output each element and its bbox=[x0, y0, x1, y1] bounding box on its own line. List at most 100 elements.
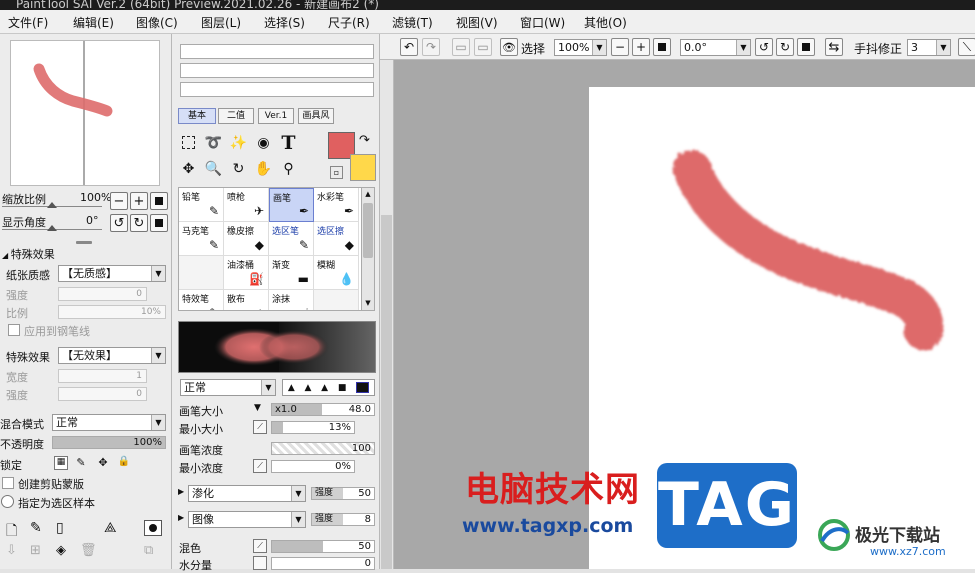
new-folder-icon[interactable]: ▯ bbox=[56, 520, 64, 536]
invert-selection-button[interactable]: ▭ bbox=[474, 38, 492, 56]
brush-size-slider[interactable]: x1.0 48.0 bbox=[271, 403, 375, 416]
zoom-icon[interactable]: 🔍 bbox=[203, 158, 224, 179]
rotate-reset-button[interactable] bbox=[150, 214, 168, 232]
menu-window[interactable]: 窗口(W) bbox=[520, 14, 565, 31]
straight-line-icon[interactable]: ⟍ bbox=[958, 38, 975, 56]
stabilizer-dropdown[interactable]: 3 ▼ bbox=[907, 39, 951, 56]
lock-paint-icon[interactable]: ✎ bbox=[74, 456, 88, 470]
angle-dropdown[interactable]: 0.0° ▼ bbox=[680, 39, 751, 56]
rotate-left-button[interactable]: ↺ bbox=[110, 214, 128, 232]
menu-image[interactable]: 图像(C) bbox=[136, 14, 178, 31]
undo-button[interactable]: ↶ bbox=[400, 38, 418, 56]
paper-texture-dropdown[interactable]: 【无质感】 ▼ bbox=[58, 265, 166, 282]
blend-mode-dropdown[interactable]: 正常 ▼ bbox=[52, 414, 166, 431]
menu-layer[interactable]: 图层(L) bbox=[201, 14, 241, 31]
sub-color-swatch[interactable] bbox=[350, 154, 376, 181]
new-pen-layer-icon[interactable]: ✎ bbox=[30, 520, 42, 536]
canvas-rotate-left-button[interactable]: ↺ bbox=[755, 38, 773, 56]
brush-slot[interactable]: 油漆桶 ⛽ bbox=[224, 256, 269, 290]
blending-dropdown[interactable]: 渗化 ▼ bbox=[188, 485, 306, 502]
scroll-up-icon[interactable]: ▲ bbox=[362, 188, 374, 201]
blending-strength-slider[interactable]: 强度 50 bbox=[311, 487, 375, 500]
expand-texture-icon[interactable]: ▶ bbox=[178, 513, 184, 522]
effect-strength-field[interactable]: 0 bbox=[58, 387, 147, 401]
hand-icon[interactable]: ✋ bbox=[253, 158, 274, 179]
paper-strength-field[interactable]: 0 bbox=[58, 287, 147, 301]
merge-down-icon[interactable]: ⊞ bbox=[30, 543, 41, 558]
canvas-rotate-reset-button[interactable] bbox=[797, 38, 815, 56]
selection-sample-radio[interactable] bbox=[1, 495, 14, 508]
lock-all-icon[interactable]: 🔒 bbox=[117, 456, 131, 470]
eyedropper-icon[interactable]: ⚲ bbox=[278, 158, 299, 179]
color-mix-slider[interactable]: 50 bbox=[271, 540, 375, 553]
brush-slot[interactable]: 铅笔 ✎ bbox=[179, 188, 224, 222]
menu-view[interactable]: 视图(V) bbox=[456, 14, 498, 31]
tab-binary[interactable]: 二值 bbox=[218, 108, 254, 124]
canvas-scroll-thumb[interactable] bbox=[381, 215, 392, 569]
swap-colors-icon[interactable]: ↷ bbox=[359, 133, 370, 148]
texture-dropdown[interactable]: 图像 ▼ bbox=[188, 511, 306, 528]
brush-mode-dropdown[interactable]: 正常 ▼ bbox=[180, 379, 276, 396]
brush-slot[interactable]: 特效笔✎ bbox=[179, 290, 224, 310]
expand-blend-icon[interactable]: ▶ bbox=[178, 487, 184, 496]
magic-wand-icon[interactable]: ✨ bbox=[228, 132, 249, 153]
pressure-water-icon[interactable] bbox=[253, 556, 267, 570]
deselect-button[interactable]: ▭ bbox=[452, 38, 470, 56]
canvas-zoom-out-button[interactable]: − bbox=[611, 38, 629, 56]
menu-file[interactable]: 文件(F) bbox=[8, 14, 48, 31]
scratch-bar-3[interactable] bbox=[180, 82, 374, 97]
brush-slot[interactable]: 马克笔 ✎ bbox=[179, 222, 224, 256]
brush-slot[interactable]: 涂抹 ☝ bbox=[269, 290, 314, 310]
brush-density-slider[interactable]: 100 bbox=[271, 442, 375, 455]
min-size-slider[interactable]: 13% bbox=[271, 421, 355, 434]
scratch-bar-2[interactable] bbox=[180, 63, 374, 78]
angle-slider-thumb[interactable] bbox=[47, 225, 57, 231]
water-amount-slider[interactable]: 0 bbox=[271, 557, 375, 570]
zoom-out-button[interactable]: − bbox=[110, 192, 128, 210]
brush-grid-scroll-thumb[interactable] bbox=[363, 203, 373, 258]
pressure-mix-icon[interactable]: ⟋ bbox=[253, 539, 267, 553]
move-icon[interactable]: ✥ bbox=[178, 158, 199, 179]
layer-effect-icon[interactable]: ⟁ bbox=[104, 520, 117, 536]
zoom-in-button[interactable]: + bbox=[130, 192, 148, 210]
show-selection-icon[interactable]: 👁 bbox=[500, 38, 518, 56]
transparent-color-icon[interactable]: ▫ bbox=[330, 166, 343, 179]
menu-edit[interactable]: 编辑(E) bbox=[73, 14, 114, 31]
panel-splitter[interactable] bbox=[76, 241, 92, 244]
brush-grid-scrollbar[interactable]: ▲ ▼ bbox=[361, 187, 375, 311]
clear-layer-icon[interactable]: ◈ bbox=[56, 543, 66, 558]
brush-slot[interactable]: 喷枪 ✈ bbox=[224, 188, 269, 222]
rotate-right-button[interactable]: ↻ bbox=[130, 214, 148, 232]
effect-width-field[interactable]: 1 bbox=[58, 369, 147, 383]
apply-to-pen-checkbox[interactable] bbox=[8, 324, 20, 336]
brush-slot[interactable]: 模糊 💧 bbox=[314, 256, 359, 290]
lasso-icon[interactable]: ➰ bbox=[203, 132, 224, 153]
brush-slot[interactable]: 画笔 ✒ bbox=[269, 188, 314, 222]
brush-slot[interactable]: 渐变 ▬ bbox=[269, 256, 314, 290]
opacity-slider[interactable]: 100% bbox=[52, 436, 166, 449]
pressure-density-icon[interactable]: ⟋ bbox=[253, 459, 267, 473]
tab-art-style[interactable]: 画具风 bbox=[298, 108, 334, 124]
apply-mask-icon[interactable]: ⧉ bbox=[144, 543, 153, 558]
menu-filter[interactable]: 滤镜(T) bbox=[392, 14, 433, 31]
brush-shape-selector[interactable]: ▲ ▲ ▲ ■ bbox=[282, 379, 375, 396]
zoom-dropdown[interactable]: 100% ▼ bbox=[554, 39, 607, 56]
brush-slot-empty[interactable] bbox=[179, 256, 224, 290]
brush-slot[interactable]: 选区笔 ✎ bbox=[269, 222, 314, 256]
canvas-zoom-reset-button[interactable] bbox=[653, 38, 671, 56]
scratch-bar-1[interactable] bbox=[180, 44, 374, 59]
text-tool-icon[interactable]: T bbox=[278, 132, 299, 154]
canvas-rotate-right-button[interactable]: ↻ bbox=[776, 38, 794, 56]
tab-basic[interactable]: 基本 bbox=[178, 108, 216, 124]
brush-slot[interactable]: 散布 ∴ bbox=[224, 290, 269, 310]
min-density-slider[interactable]: 0% bbox=[271, 460, 355, 473]
brush-slot[interactable]: 水彩笔 ✒ bbox=[314, 188, 359, 222]
canvas-vertical-scrollbar[interactable] bbox=[380, 60, 394, 569]
zoom-slider-thumb[interactable] bbox=[47, 202, 57, 208]
menu-select[interactable]: 选择(S) bbox=[264, 14, 305, 31]
brush-slot-empty[interactable] bbox=[314, 290, 359, 310]
tab-ver1[interactable]: Ver.1 bbox=[258, 108, 294, 124]
special-effect-dropdown[interactable]: 【无效果】 ▼ bbox=[58, 347, 166, 364]
transfer-down-icon[interactable]: ⇩ bbox=[6, 543, 17, 558]
size-multiplier-arrow-icon[interactable]: ▼ bbox=[254, 403, 261, 413]
